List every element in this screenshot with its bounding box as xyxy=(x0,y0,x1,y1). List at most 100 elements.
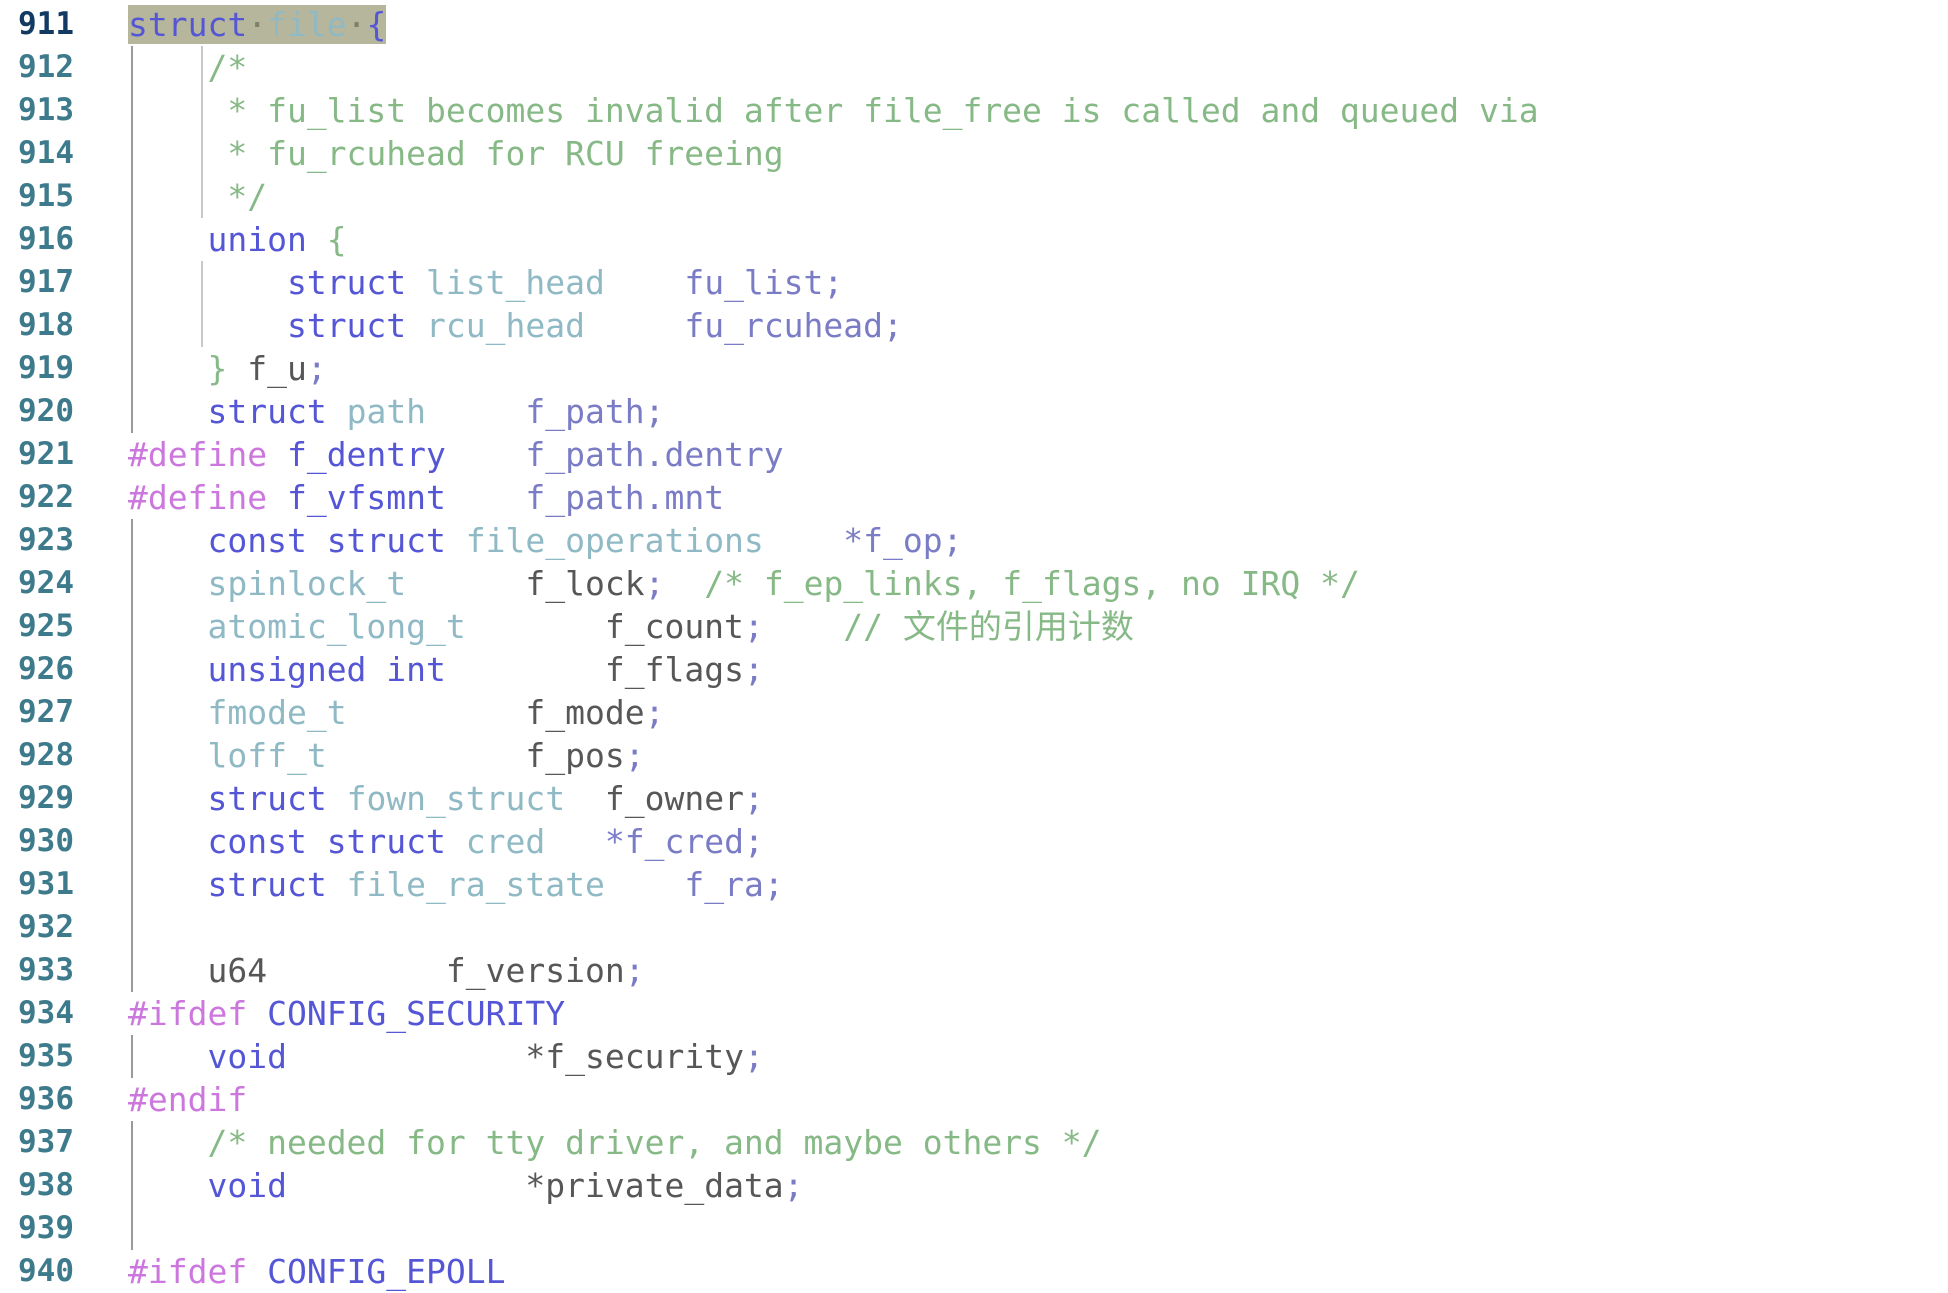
code-token: ; xyxy=(883,306,903,345)
code-token: f_mode xyxy=(525,693,645,732)
code-text[interactable]: * fu_list becomes invalid after file_fre… xyxy=(128,89,1539,132)
code-line[interactable]: 926 unsigned int f_flags; xyxy=(0,648,1948,691)
code-text[interactable]: fmode_t f_mode; xyxy=(128,691,664,734)
line-number: 936 xyxy=(18,1081,74,1117)
code-token: ; xyxy=(783,1166,804,1205)
code-line[interactable]: 940 #ifdef CONFIG_EPOLL xyxy=(0,1250,1948,1293)
code-text[interactable]: struct list_head fu_list; xyxy=(128,261,843,304)
code-text[interactable]: #ifdef CONFIG_EPOLL xyxy=(128,1250,506,1293)
code-line[interactable]: 918 struct rcu_head fu_rcuhead; xyxy=(0,304,1948,347)
code-token: spinlock_t xyxy=(207,564,407,603)
code-text[interactable]: /* xyxy=(128,46,247,89)
code-line[interactable]: 928 loff_t f_pos; xyxy=(0,734,1948,777)
code-text[interactable]: const struct file_operations *f_op; xyxy=(128,519,962,562)
code-line[interactable]: 932 xyxy=(0,906,1948,949)
code-line[interactable]: 935 void *f_security; xyxy=(0,1035,1948,1078)
code-text[interactable]: union { xyxy=(128,218,347,261)
code-line[interactable]: 919 } f_u; xyxy=(0,347,1948,390)
code-line[interactable]: 922 #define f_vfsmnt f_path.mnt xyxy=(0,476,1948,519)
code-text[interactable]: struct rcu_head fu_rcuhead; xyxy=(128,304,903,347)
code-token: f_dentry xyxy=(286,435,446,474)
code-text[interactable]: struct path f_path; xyxy=(128,390,665,433)
code-text[interactable]: u64 f_version; xyxy=(128,949,645,992)
code-line[interactable]: 923 const struct file_operations *f_op; xyxy=(0,519,1948,562)
code-line[interactable]: 939 xyxy=(0,1207,1948,1250)
code-token: · xyxy=(247,5,268,44)
code-token: { xyxy=(326,220,347,259)
code-token: * fu_list becomes invalid after file_fre… xyxy=(227,91,1539,130)
code-text[interactable]: struct fown_struct f_owner; xyxy=(128,777,763,820)
code-line[interactable]: 936 #endif xyxy=(0,1078,1948,1121)
code-token: ; xyxy=(743,822,764,861)
code-text[interactable]: const struct cred *f_cred; xyxy=(128,820,764,863)
code-line[interactable]: 927 fmode_t f_mode; xyxy=(0,691,1948,734)
code-line[interactable]: 930 const struct cred *f_cred; xyxy=(0,820,1948,863)
code-text[interactable]: unsigned int f_flags; xyxy=(128,648,764,691)
line-number: 918 xyxy=(18,307,74,343)
indent-guide xyxy=(131,906,133,949)
code-text[interactable]: atomic_long_t f_count; // 文件的引用计数 xyxy=(128,605,1133,648)
selected-text[interactable]: struct·file·{ xyxy=(128,5,387,44)
code-text[interactable]: spinlock_t f_lock; /* f_ep_links, f_flag… xyxy=(128,562,1359,605)
code-line[interactable]: 913 * fu_list becomes invalid after file… xyxy=(0,89,1948,132)
code-line[interactable]: 934 #ifdef CONFIG_SECURITY xyxy=(0,992,1948,1035)
line-number: 927 xyxy=(18,694,74,730)
code-line[interactable]: 933 u64 f_version; xyxy=(0,949,1948,992)
code-token: struct xyxy=(286,263,407,302)
code-text[interactable]: #define f_dentry f_path.dentry xyxy=(128,433,784,476)
code-text[interactable]: * fu_rcuhead for RCU freeing xyxy=(128,132,783,175)
code-text[interactable]: void *private_data; xyxy=(128,1164,804,1207)
code-text[interactable]: #endif xyxy=(128,1078,247,1121)
code-text[interactable]: } f_u; xyxy=(128,347,327,390)
code-text[interactable]: loff_t f_pos; xyxy=(128,734,644,777)
code-text[interactable]: struct file_ra_state f_ra; xyxy=(128,863,783,906)
code-line[interactable]: 931 struct file_ra_state f_ra; xyxy=(0,863,1948,906)
code-token: ; xyxy=(743,650,764,689)
code-line[interactable]: 920 struct path f_path; xyxy=(0,390,1948,433)
code-line[interactable]: 921 #define f_dentry f_path.dentry xyxy=(0,433,1948,476)
code-token: ; xyxy=(743,607,764,646)
code-token: ; xyxy=(644,392,665,431)
code-line[interactable]: 914 * fu_rcuhead for RCU freeing xyxy=(0,132,1948,175)
code-line[interactable]: 938 void *private_data; xyxy=(0,1164,1948,1207)
code-token: unsigned int xyxy=(207,650,446,689)
code-editor[interactable]: 911 struct·file·{912 /* 913 * fu_list beco… xyxy=(0,0,1948,1291)
code-token: f_ra xyxy=(684,865,764,904)
code-token: ; xyxy=(823,263,844,302)
line-number: 937 xyxy=(18,1124,74,1160)
code-token: ; xyxy=(644,564,665,603)
code-token: ; xyxy=(624,951,645,990)
code-line[interactable]: 912 /* xyxy=(0,46,1948,89)
line-number: 911 xyxy=(18,6,74,42)
code-line[interactable]: 917 struct list_head fu_list; xyxy=(0,261,1948,304)
code-token: struct xyxy=(207,392,327,431)
code-line[interactable]: 929 struct fown_struct f_owner; xyxy=(0,777,1948,820)
code-line[interactable]: 924 spinlock_t f_lock; /* f_ep_links, f_… xyxy=(0,562,1948,605)
code-text[interactable]: #define f_vfsmnt f_path.mnt xyxy=(128,476,724,519)
code-line[interactable]: 916 union { xyxy=(0,218,1948,261)
code-token: struct xyxy=(207,865,327,904)
code-line[interactable]: 925 atomic_long_t f_count; // 文件的引用计数 xyxy=(0,605,1948,648)
code-text[interactable]: #ifdef CONFIG_SECURITY xyxy=(128,992,565,1035)
code-text[interactable]: struct·file·{ xyxy=(128,3,387,46)
code-line[interactable]: 911 struct·file·{ xyxy=(0,3,1948,46)
code-text[interactable]: */ xyxy=(128,175,267,218)
code-line[interactable]: 915 */ xyxy=(0,175,1948,218)
code-text[interactable]: /* needed for tty driver, and maybe othe… xyxy=(128,1121,1101,1164)
code-token: ; xyxy=(306,349,327,388)
code-text[interactable]: void *f_security; xyxy=(128,1035,763,1078)
code-line[interactable]: 937 /* needed for tty driver, and maybe … xyxy=(0,1121,1948,1164)
code-token: #define xyxy=(128,478,268,517)
